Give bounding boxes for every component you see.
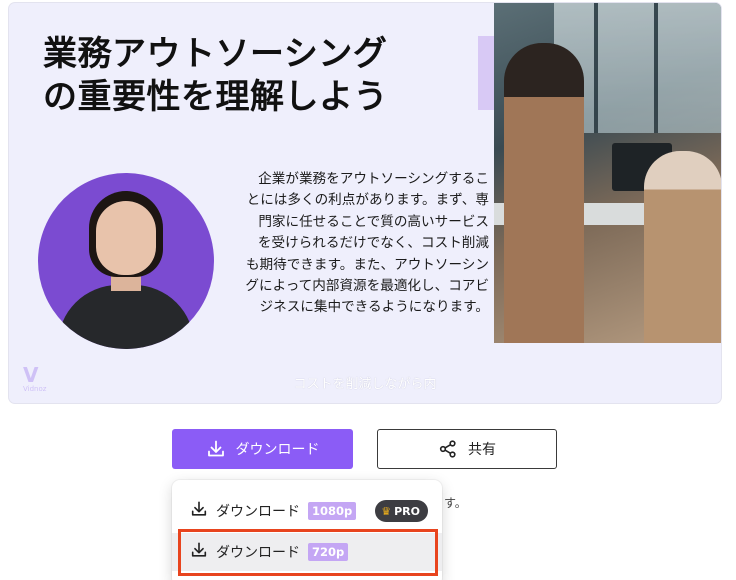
option-label: ダウンロード <box>216 504 300 520</box>
download-button-label: ダウンロード <box>235 442 320 458</box>
download-icon <box>190 541 208 563</box>
presenter-avatar <box>38 173 214 349</box>
headline-line-1: 業務アウトソーシング <box>43 34 388 74</box>
logo-wordmark: Vidnoz <box>23 385 47 393</box>
pro-badge-label: PRO <box>394 504 420 518</box>
option-label: ダウンロード <box>216 545 300 561</box>
download-720p-option[interactable]: ダウンロード 720p <box>172 533 442 571</box>
watermark-logo: V Vidnoz <box>23 363 53 397</box>
logo-mark: V <box>23 363 39 387</box>
share-icon <box>438 439 458 459</box>
avatar-face <box>96 201 156 275</box>
photo-person-seated <box>644 151 721 343</box>
crown-icon: ♛ <box>381 504 392 518</box>
download-button[interactable]: ダウンロード <box>172 429 353 469</box>
subtitle-caption: コストを削減しながら内 <box>293 377 437 392</box>
download-icon <box>206 439 226 459</box>
office-photo <box>494 3 721 343</box>
video-preview: 業務アウトソーシング の重要性を理解しよう 企業が業務をアウトソーシングすること… <box>9 3 721 403</box>
download-icon <box>190 500 208 522</box>
avatar-torso <box>58 285 194 349</box>
resolution-badge: 720p <box>308 543 349 561</box>
resolution-badge: 1080p <box>308 502 357 520</box>
download-menu: ダウンロード 1080p ♛ PRO ダウンロード 720p <box>172 480 442 580</box>
preview-headline: 業務アウトソーシング の重要性を理解しよう <box>43 33 463 119</box>
pro-badge: ♛ PRO <box>375 500 428 522</box>
preview-body-text: 企業が業務をアウトソーシングすることには多くの利点があります。まず、専門家に任せ… <box>245 171 489 316</box>
download-1080p-option[interactable]: ダウンロード 1080p ♛ PRO <box>172 492 442 530</box>
share-button-label: 共有 <box>468 442 496 458</box>
background-text-fragment: す。 <box>444 496 467 510</box>
photo-person-standing <box>504 43 584 343</box>
headline-line-2: の重要性を理解しよう <box>43 77 388 117</box>
share-button[interactable]: 共有 <box>377 429 557 469</box>
